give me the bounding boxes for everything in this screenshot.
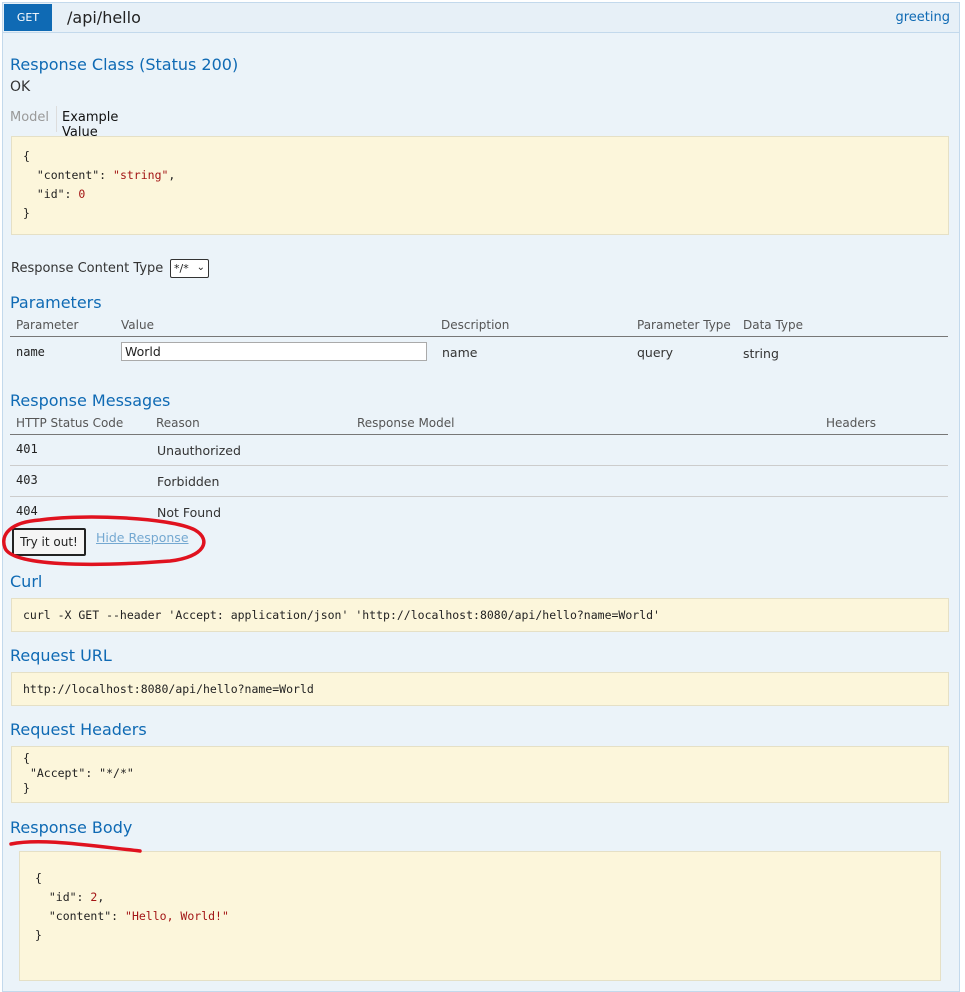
resp-code-401: 401	[16, 442, 38, 456]
param-description: name	[442, 345, 478, 360]
resp-code-403: 403	[16, 473, 38, 487]
json-comma: ,	[97, 890, 105, 904]
param-value-input[interactable]: World	[121, 342, 427, 361]
resp-header-headers: Headers	[826, 416, 876, 430]
json-brace: {	[23, 149, 30, 163]
param-name: name	[16, 345, 45, 359]
response-class-status: OK	[10, 79, 31, 95]
hide-response-link[interactable]: Hide Response	[96, 530, 189, 545]
content-type-value: */*	[174, 262, 189, 275]
json-brace: {	[35, 871, 42, 885]
response-class-title: Response Class (Status 200)	[10, 55, 239, 74]
response-body-block: { "id": 2, "content": "Hello, World!" }	[19, 851, 941, 981]
param-header-data-type: Data Type	[743, 318, 804, 332]
json-brace: {	[23, 751, 30, 765]
json-line: "Accept": "*/*"	[29, 766, 134, 780]
operation-nickname-link[interactable]: greeting	[895, 10, 950, 25]
tab-divider	[56, 106, 57, 132]
request-url-value: http://localhost:8080/api/hello?name=Wor…	[23, 682, 314, 696]
json-key: "content":	[36, 168, 114, 182]
divider	[10, 434, 948, 435]
curl-command: curl -X GET --header 'Accept: applicatio…	[23, 608, 660, 622]
operation-header[interactable]: GET /api/hello greeting	[3, 3, 959, 33]
json-key: "id":	[48, 890, 91, 904]
json-value: 0	[78, 187, 86, 201]
json-key: "id":	[36, 187, 79, 201]
request-headers-title: Request Headers	[10, 720, 147, 739]
resp-reason-401: Unauthorized	[157, 443, 241, 458]
chevron-down-icon: ⌄	[196, 262, 205, 273]
divider	[10, 336, 948, 337]
resp-code-404: 404	[16, 504, 38, 518]
resp-reason-404: Not Found	[157, 505, 222, 520]
content-type-select[interactable]: */* ⌄	[170, 259, 209, 278]
divider	[10, 465, 948, 466]
json-comma: ,	[168, 168, 176, 182]
param-header-type: Parameter Type	[637, 318, 731, 332]
response-body-title: Response Body	[10, 818, 133, 837]
curl-block: curl -X GET --header 'Accept: applicatio…	[11, 598, 949, 632]
content-type-label: Response Content Type	[11, 261, 164, 276]
example-value-block: { "content": "string", "id": 0 }	[11, 136, 949, 235]
divider	[10, 496, 948, 497]
json-brace: }	[35, 928, 42, 942]
param-header-parameter: Parameter	[16, 318, 79, 332]
resp-header-model: Response Model	[357, 416, 455, 430]
parameters-title: Parameters	[10, 293, 102, 312]
resp-reason-403: Forbidden	[157, 474, 220, 489]
json-brace: }	[23, 206, 30, 220]
resp-header-reason: Reason	[156, 416, 200, 430]
json-key: "content":	[48, 909, 126, 923]
request-headers-block: { "Accept": "*/*" }	[11, 746, 949, 803]
response-messages-title: Response Messages	[10, 391, 171, 410]
tab-model[interactable]: Model	[10, 110, 49, 125]
try-it-out-button[interactable]: Try it out!	[12, 528, 86, 556]
resp-header-status-code: HTTP Status Code	[16, 416, 124, 430]
endpoint-path[interactable]: /api/hello	[67, 8, 141, 27]
json-brace: }	[23, 781, 30, 795]
json-value: "Hello, World!"	[125, 909, 229, 923]
param-header-value: Value	[121, 318, 154, 332]
json-value: "string"	[113, 168, 169, 182]
curl-title: Curl	[10, 572, 43, 591]
request-url-block: http://localhost:8080/api/hello?name=Wor…	[11, 672, 949, 706]
method-badge[interactable]: GET	[4, 4, 52, 31]
param-type: query	[637, 345, 674, 360]
request-url-title: Request URL	[10, 646, 112, 665]
param-header-description: Description	[441, 318, 510, 332]
param-data-type: string	[743, 346, 779, 361]
